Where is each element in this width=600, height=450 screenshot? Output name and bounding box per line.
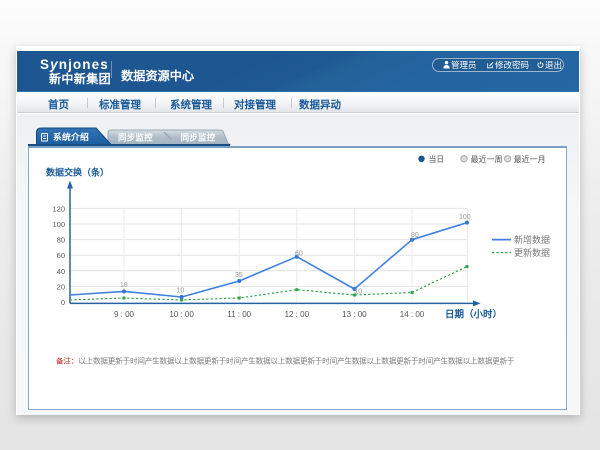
- svg-text:100: 100: [459, 214, 471, 221]
- svg-text:60: 60: [57, 251, 65, 260]
- svg-text:当日: 当日: [428, 154, 444, 164]
- svg-text:40: 40: [57, 267, 65, 276]
- svg-text:120: 120: [52, 204, 65, 213]
- svg-text:100: 100: [52, 220, 65, 229]
- svg-text:11 : 00: 11 : 00: [227, 310, 251, 319]
- svg-text:新增数据: 新增数据: [514, 234, 550, 245]
- svg-text:12 : 00: 12 : 00: [285, 310, 310, 319]
- svg-text:系统介绍: 系统介绍: [53, 131, 89, 142]
- svg-text:日期（小时）: 日期（小时）: [445, 309, 502, 321]
- svg-text:同步监控: 同步监控: [181, 133, 216, 143]
- svg-text:最近一月: 最近一月: [514, 154, 546, 164]
- svg-text:14 : 00: 14 : 00: [400, 310, 425, 319]
- svg-text:备注：以上数据更新于时间产生数据以上数据更新于时间产生数据以: 备注：以上数据更新于时间产生数据以上数据更新于时间产生数据以上数据更新于时间产生…: [56, 356, 515, 366]
- svg-text:同步监控: 同步监控: [118, 133, 153, 143]
- svg-text:35: 35: [235, 272, 243, 279]
- svg-text:更新数据: 更新数据: [514, 247, 550, 258]
- svg-text:最近一周: 最近一周: [471, 154, 503, 164]
- svg-text:10: 10: [177, 288, 185, 295]
- svg-text:10 : 00: 10 : 00: [169, 310, 194, 319]
- svg-text:18: 18: [120, 282, 128, 289]
- svg-text:13 : 00: 13 : 00: [342, 310, 367, 319]
- svg-text:10: 10: [355, 289, 363, 296]
- svg-text:80: 80: [411, 232, 419, 239]
- svg-text:80: 80: [57, 236, 65, 245]
- svg-text:数据交换（条）: 数据交换（条）: [46, 167, 109, 178]
- svg-text:20: 20: [57, 282, 65, 291]
- svg-text:9 : 00: 9 : 00: [114, 310, 135, 319]
- svg-text:60: 60: [295, 251, 303, 258]
- svg-text:0: 0: [61, 298, 65, 307]
